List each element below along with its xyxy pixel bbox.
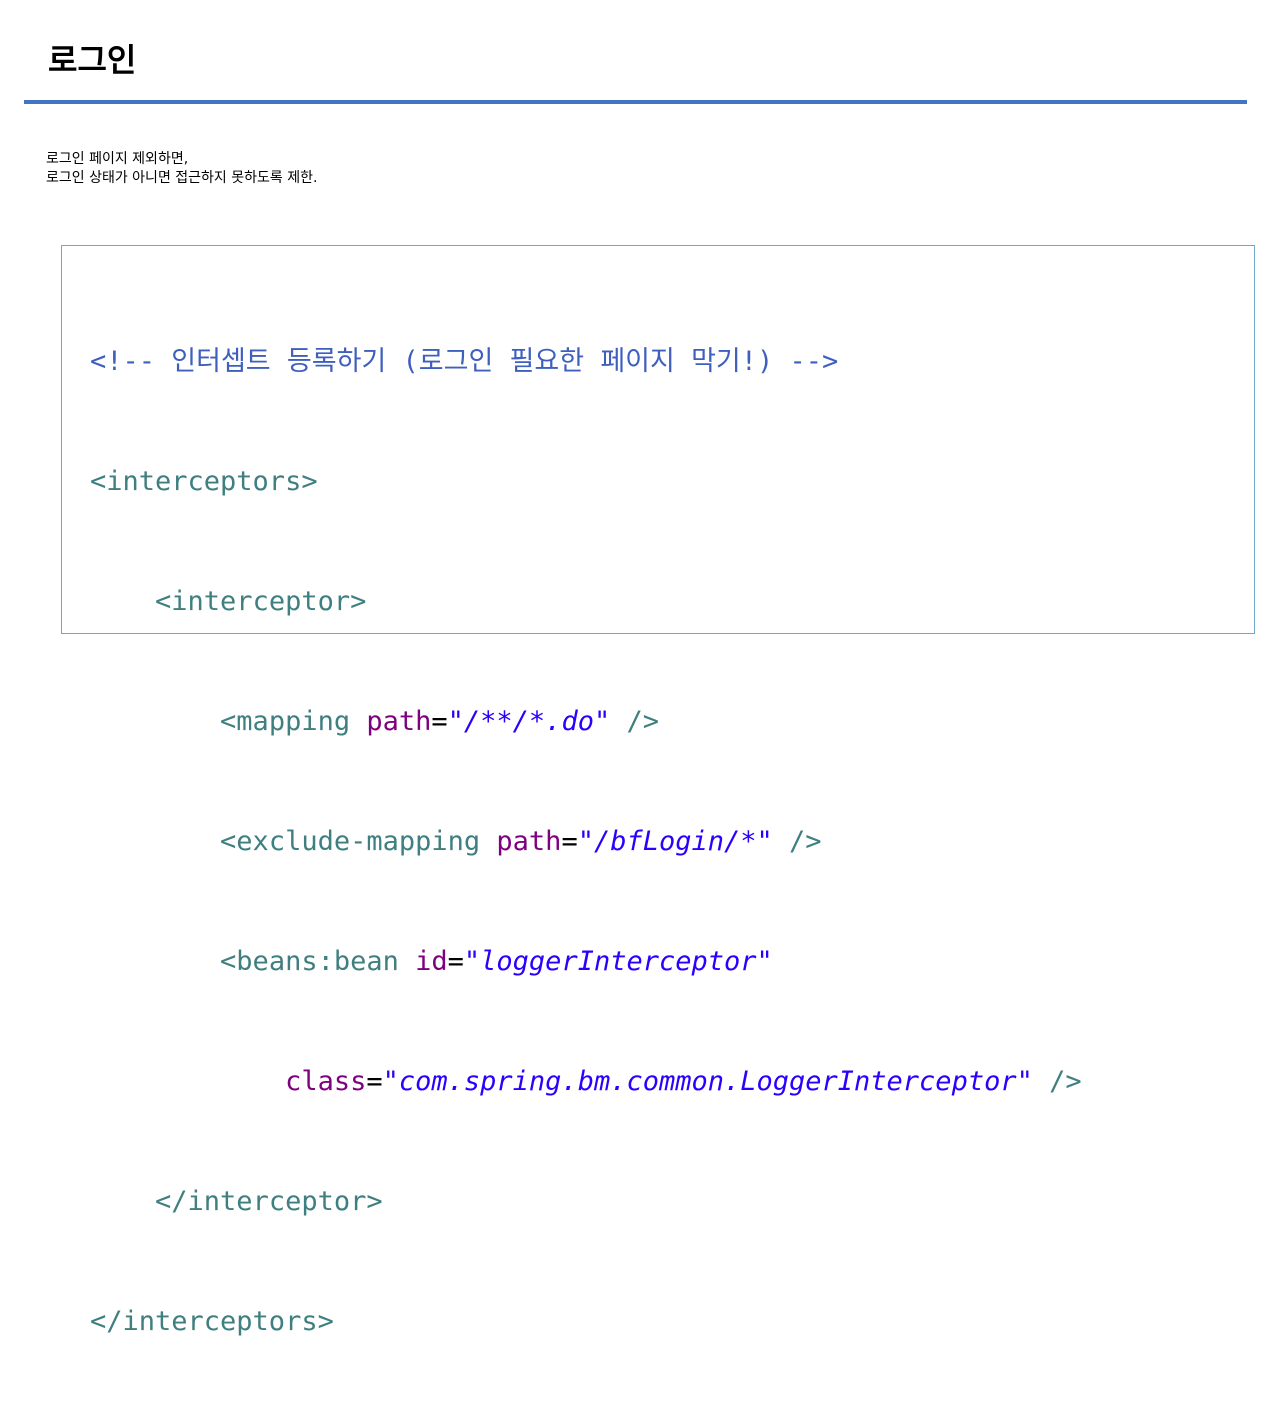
- description-text: 로그인 페이지 제외하면, 로그인 상태가 아니면 접근하지 못하도록 제한.: [46, 150, 317, 188]
- code-line-interceptors-close: </interceptors>: [90, 1302, 1082, 1342]
- code-block: <!-- 인터셉트 등록하기 (로그인 필요한 페이지 막기!) --> <in…: [90, 262, 1082, 1422]
- equals-sign: =: [561, 826, 578, 857]
- mapping-path-value: "/**/*.do": [447, 706, 611, 737]
- title-divider: [24, 100, 1247, 104]
- code-line-bean-class: class="com.spring.bm.common.LoggerInterc…: [90, 1062, 1082, 1102]
- exclude-path-value: "/bfLogin/*": [577, 826, 773, 857]
- slide-title: 로그인: [48, 41, 137, 79]
- bean-class-value: "com.spring.bm.common.LoggerInterceptor": [382, 1066, 1033, 1097]
- xml-comment: <!-- 인터셉트 등록하기 (로그인 필요한 페이지 막기!) -->: [90, 346, 839, 377]
- interceptor-close-tag: </interceptor>: [155, 1186, 383, 1217]
- code-line-interceptors-open: <interceptors>: [90, 462, 1082, 502]
- equals-sign: =: [431, 706, 448, 737]
- interceptors-close-tag: </interceptors>: [90, 1306, 334, 1337]
- exclude-mapping-tag: <exclude-mapping: [220, 826, 481, 857]
- description-line-1: 로그인 페이지 제외하면,: [46, 151, 189, 167]
- description-line-2: 로그인 상태가 아니면 접근하지 못하도록 제한.: [46, 170, 318, 186]
- code-snippet-box: <!-- 인터셉트 등록하기 (로그인 필요한 페이지 막기!) --> <in…: [61, 245, 1255, 1337]
- bean-id-attr: id: [415, 946, 448, 977]
- bean-id-value: "loggerInterceptor": [463, 946, 773, 977]
- equals-sign: =: [447, 946, 464, 977]
- code-line-interceptor-open: <interceptor>: [90, 582, 1082, 622]
- bean-class-attr: class: [285, 1066, 367, 1097]
- code-line-bean: <beans:bean id="loggerInterceptor": [90, 942, 1082, 982]
- exclude-close: />: [772, 826, 822, 857]
- code-line-interceptor-close: </interceptor>: [90, 1182, 1082, 1222]
- equals-sign: =: [366, 1066, 383, 1097]
- code-line-exclude-mapping: <exclude-mapping path="/bfLogin/*" />: [90, 822, 1082, 862]
- interceptors-open-tag: <interceptors>: [90, 466, 318, 497]
- interceptor-open-tag: <interceptor>: [155, 586, 367, 617]
- bean-tag: <beans:bean: [220, 946, 399, 977]
- mapping-path-attr: path: [366, 706, 432, 737]
- mapping-close: />: [610, 706, 659, 737]
- exclude-path-attr: path: [496, 826, 562, 857]
- mapping-tag: <mapping: [220, 706, 351, 737]
- code-line-comment: <!-- 인터셉트 등록하기 (로그인 필요한 페이지 막기!) -->: [90, 342, 1082, 382]
- code-line-mapping: <mapping path="/**/*.do" />: [90, 702, 1082, 742]
- bean-close: />: [1032, 1066, 1082, 1097]
